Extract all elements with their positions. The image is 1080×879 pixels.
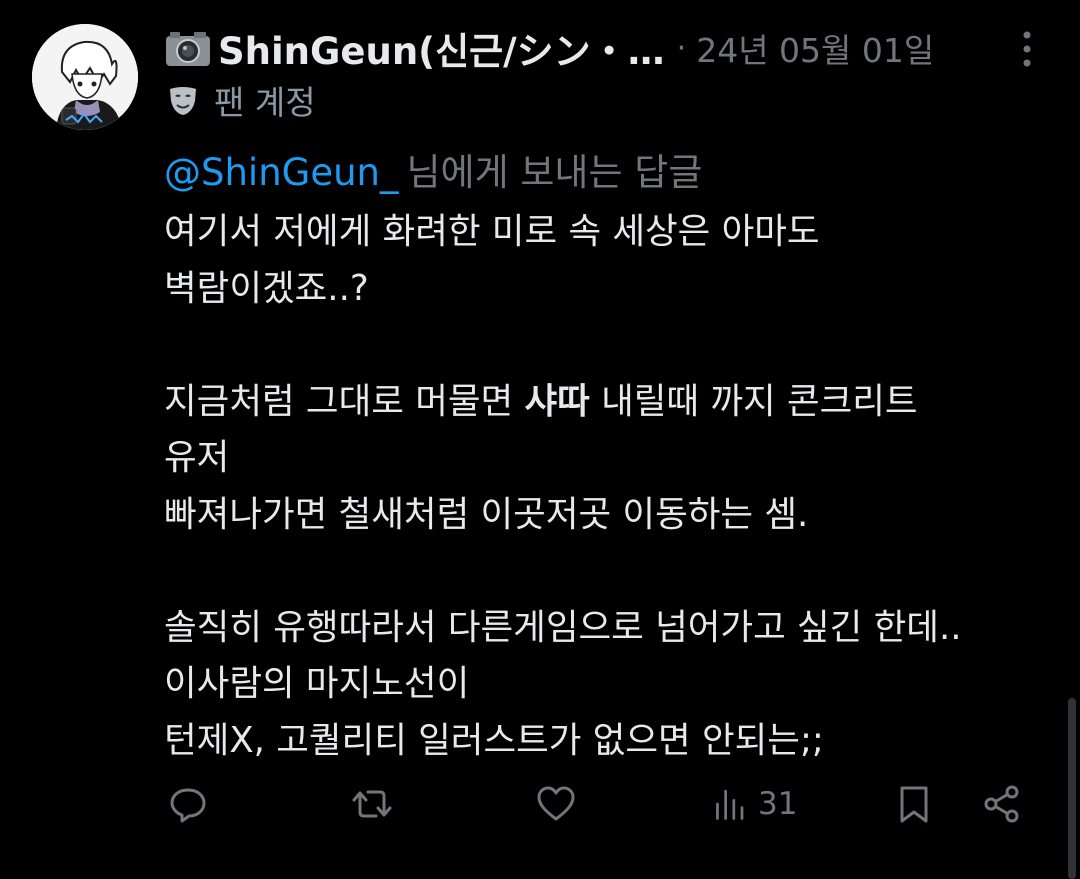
reply-icon: [170, 788, 206, 823]
anime-character-avatar: [32, 24, 138, 130]
tweet-line: 지금처럼 그대로 머물면 샤따 내릴때 까지 콘크리트: [164, 374, 1044, 431]
reply-context: @ShinGeun_ 님에게 보내는 답글: [164, 142, 702, 196]
tweet-line: 빠져나가면 철새처럼 이곳저곳 이동하는 셈.: [164, 493, 809, 535]
tweet-line: 여기서 저에게 화려한 미로 속 세상은 아마도: [164, 211, 820, 252]
heart-icon: [537, 786, 575, 821]
scrollbar[interactable]: [1068, 698, 1076, 879]
separator-dot: ·: [676, 30, 687, 66]
timestamp[interactable]: 24년 05월 01일: [696, 24, 934, 72]
share-button[interactable]: [980, 778, 1024, 830]
tweet-bold-text: 샤따: [524, 380, 590, 422]
views-count: 31: [758, 786, 798, 822]
retweet-button[interactable]: [350, 778, 394, 830]
tweet-line: 유저: [164, 437, 230, 478]
views-icon: [716, 789, 744, 820]
reply-suffix: 님에게 보내는 답글: [406, 151, 703, 194]
fan-account-label: 팬 계정: [214, 83, 316, 122]
mask-icon: [170, 87, 196, 115]
tweet-line: 턴제X, 고퀄리티 일러스트가 없으면 안되는;;: [164, 719, 824, 761]
tweet-line-end: 내릴때 까지 콘크리트: [589, 380, 918, 422]
tweet-actions: 31: [0, 778, 1080, 830]
tweet-line: 이사람의 마지노선이: [164, 663, 470, 704]
bookmark-button[interactable]: [892, 778, 936, 830]
reply-mention-link[interactable]: @ShinGeun_: [164, 151, 399, 194]
share-icon: [984, 785, 1019, 823]
tweet-text: 여기서 저에게 화려한 미로 속 세상은 아마도 벽람이겠죠..? 지금처럼 그…: [164, 204, 1044, 769]
avatar[interactable]: [32, 24, 138, 130]
tweet-line-start: 지금처럼 그대로 머물면: [164, 380, 525, 422]
tweet-line: 벽람이겠죠..?: [164, 267, 369, 309]
tweet-header: ShinGeun(신근/シン・… · 24년 05월 01일: [164, 20, 934, 76]
views-button[interactable]: 31: [712, 778, 797, 830]
bookmark-icon: [900, 786, 928, 823]
more-options-icon[interactable]: [1012, 26, 1042, 72]
retweet-icon: [352, 790, 392, 818]
like-button[interactable]: [534, 778, 578, 830]
display-name[interactable]: ShinGeun(신근/シン・…: [218, 21, 665, 75]
account-badge: 팬 계정: [166, 78, 316, 122]
tweet-line: 솔직히 유행따라서 다른게임으로 넘어가고 싶긴 한데..: [164, 606, 962, 648]
reply-button[interactable]: [166, 778, 210, 830]
camera-icon: [166, 32, 210, 66]
